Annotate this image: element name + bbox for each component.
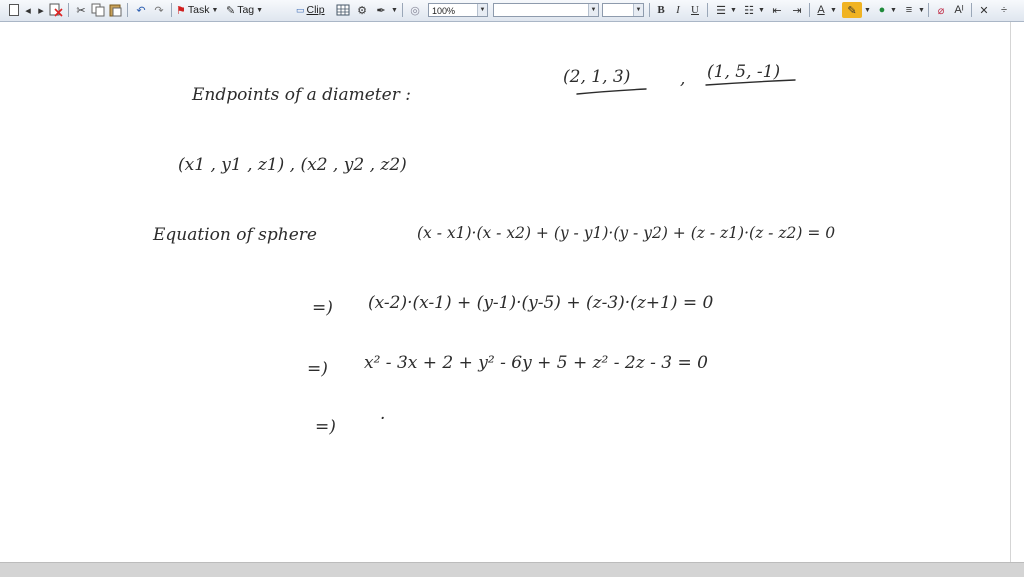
point-a: (2, 1, 3) [563, 67, 630, 87]
zoom-value: 100% [432, 6, 456, 16]
undo-icon[interactable]: ↶ [133, 2, 149, 18]
task-button[interactable]: ⚑ Task ▼ [176, 2, 218, 18]
insert-space-icon[interactable]: ÷ [996, 2, 1012, 18]
close-icon[interactable]: ✕ [976, 2, 992, 18]
clip-icon: ▭ [296, 4, 305, 15]
point-separator: , [680, 69, 685, 89]
pen-icon: ✎ [226, 4, 236, 17]
chevron-down-icon[interactable]: ▼ [391, 2, 398, 18]
chevron-down-icon: ▼ [211, 6, 219, 14]
font-name-select[interactable]: ▼ [493, 3, 599, 17]
ink-dot: · [380, 409, 385, 429]
separator [707, 3, 708, 17]
page-forward-icon[interactable]: ▸ [33, 2, 49, 18]
chevron-down-icon: ▼ [256, 6, 264, 14]
paste-icon[interactable] [107, 2, 123, 18]
chevron-down-icon: ▼ [633, 4, 643, 16]
tag-label: Tag [237, 4, 255, 16]
copy-icon[interactable] [90, 2, 106, 18]
indent-icon[interactable]: ⇥ [789, 2, 805, 18]
separator [971, 3, 972, 17]
attach-icon[interactable]: ⚙ [354, 2, 370, 18]
zoom-select[interactable]: 100% ▼ [428, 3, 488, 17]
separator [171, 3, 172, 17]
note-canvas[interactable]: Endpoints of a diameter : (2, 1, 3) , (1… [0, 22, 1010, 562]
highlighter-button[interactable]: ✎ [842, 2, 862, 18]
substituted-equation: (x-2)·(x-1) + (y-1)·(y-5) + (z-3)·(z+1) … [368, 293, 714, 313]
underline-point-a [576, 88, 647, 95]
tag-button[interactable]: ✎ Tag ▼ [226, 2, 263, 18]
outdent-icon[interactable]: ⇤ [769, 2, 785, 18]
chevron-down-icon[interactable]: ▼ [918, 2, 925, 18]
implies-arrow-1: =) [312, 298, 333, 318]
flag-icon: ⚑ [176, 4, 186, 17]
separator [649, 3, 650, 17]
numbered-list-icon[interactable]: ☷ [741, 2, 757, 18]
separator [68, 3, 69, 17]
clip-label: Clip [306, 4, 325, 16]
chevron-down-icon[interactable]: ▼ [758, 2, 765, 18]
task-label: Task [187, 4, 210, 16]
lasso-icon[interactable]: ⌀ [933, 2, 949, 18]
diameter-label: Endpoints of a diameter : [191, 85, 411, 105]
cut-icon[interactable]: ✂ [73, 2, 89, 18]
chevron-down-icon[interactable]: ▼ [830, 2, 837, 18]
sphere-equation-label: Equation of sphere [152, 225, 317, 245]
status-bar [0, 562, 1024, 577]
separator [127, 3, 128, 17]
chevron-down-icon: ▼ [477, 4, 487, 16]
separator [809, 3, 810, 17]
clip-button[interactable]: ▭ Clip [296, 2, 327, 18]
implies-arrow-2: =) [307, 359, 328, 379]
page-edge [1010, 22, 1011, 562]
font-color-button[interactable]: A [813, 2, 829, 18]
table-icon[interactable] [335, 2, 351, 18]
separator [402, 3, 403, 17]
bullet-list-icon[interactable]: ☰ [713, 2, 729, 18]
underline-button[interactable]: U [687, 2, 703, 18]
font-size-select[interactable]: ▼ [602, 3, 644, 17]
expanded-equation: x² - 3x + 2 + y² - 6y + 5 + z² - 2z - 3 … [364, 353, 708, 373]
chevron-down-icon: ▼ [588, 4, 598, 16]
globe-icon[interactable]: ◎ [407, 2, 423, 18]
generic-points: (x1 , y1 , z1) , (x2 , y2 , z2) [178, 155, 407, 175]
implies-arrow-3: =) [315, 417, 336, 437]
main-toolbar: ◂ ▸ ✂ ↶ ↷ ⚑ Task ▼ ✎ Tag ▼ ▭ Clip ⚙ ✒ ▼ … [0, 0, 1024, 22]
bold-button[interactable]: B [653, 2, 669, 18]
sphere-equation: (x - x1)·(x - x2) + (y - y1)·(y - y2) + … [417, 224, 835, 242]
chevron-down-icon[interactable]: ▼ [864, 2, 871, 18]
redo-icon[interactable]: ↷ [151, 2, 167, 18]
italic-button[interactable]: I [670, 2, 686, 18]
ink-pen-icon[interactable]: ✒ [373, 2, 389, 18]
chevron-down-icon[interactable]: ▼ [890, 2, 897, 18]
color-palette-icon[interactable]: ● [874, 2, 890, 18]
point-b: (1, 5, -1) [707, 62, 780, 82]
highlighter-icon: ✎ [847, 4, 857, 17]
delete-page-icon[interactable] [48, 2, 64, 18]
separator [928, 3, 929, 17]
text-mode-icon[interactable]: Aᴵ [951, 2, 967, 18]
chevron-down-icon[interactable]: ▼ [730, 2, 737, 18]
line-style-icon[interactable]: ≡ [901, 2, 917, 18]
